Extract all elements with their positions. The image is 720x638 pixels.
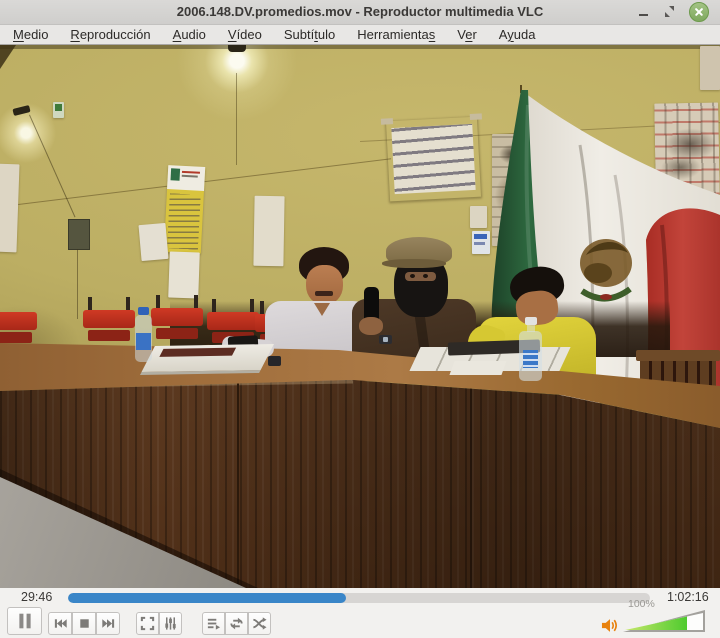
lamp-wire [77, 249, 78, 319]
previous-icon [54, 619, 67, 628]
equalizer-icon [165, 617, 176, 630]
menu-bar: Medio Reproducción Audio Vídeo Subtítulo Herr… [0, 25, 720, 45]
fullscreen-button[interactable] [136, 612, 159, 635]
notepad [449, 361, 507, 375]
restore-icon [665, 12, 670, 17]
menu-item-audio[interactable]: Audio [162, 26, 217, 43]
next-button[interactable] [96, 612, 120, 635]
menu-item-ayuda[interactable]: Ayuda [488, 26, 547, 43]
equalizer-button[interactable] [159, 612, 182, 635]
close-icon [689, 2, 709, 22]
shuffle-icon [253, 617, 267, 630]
titlebar: 2006.148.DV.promedios.mov - Reproductor … [0, 0, 720, 25]
loop-button[interactable] [225, 612, 248, 635]
poster [168, 251, 200, 299]
lamp-cord [236, 73, 237, 165]
electrical-box [68, 219, 90, 250]
loop-icon [230, 617, 243, 630]
table-seam [470, 380, 472, 588]
notebooks [140, 343, 274, 376]
window-title: 2006.148.DV.promedios.mov - Reproductor … [176, 4, 544, 19]
seek-bar[interactable] [68, 593, 650, 603]
mustache [315, 291, 333, 296]
hand [359, 317, 383, 335]
restore-button[interactable] [660, 0, 682, 24]
menu-item-herramientas[interactable]: Herramientas [346, 26, 446, 43]
stop-icon [79, 619, 89, 628]
restore-icon [669, 6, 674, 11]
eye [423, 274, 428, 278]
water-bottle [132, 307, 154, 363]
shuffle-button[interactable] [248, 612, 271, 635]
menu-item-subtitulo[interactable]: Subtítulo [273, 26, 346, 43]
eye [410, 274, 415, 278]
player-controls: 29:46 1:02:16 100% [0, 588, 720, 638]
poster-imss [163, 165, 206, 254]
pause-button[interactable] [7, 607, 42, 635]
minimize-button[interactable] [632, 0, 654, 24]
minimize-icon [638, 14, 648, 16]
poster [138, 222, 169, 262]
seek-progress [68, 593, 347, 603]
red-chair [82, 297, 136, 347]
playlist-icon [207, 618, 221, 630]
volume-slider-fill [625, 613, 688, 630]
close-button[interactable] [687, 0, 711, 24]
wristwatch [268, 356, 281, 366]
poster [0, 163, 20, 253]
red-chair [0, 299, 38, 349]
cap-brim [382, 259, 446, 268]
menu-item-ver[interactable]: Ver [446, 26, 488, 43]
water-bottle [516, 317, 544, 381]
time-total: 1:02:16 [667, 590, 709, 604]
microphone [364, 287, 379, 321]
menu-item-reproduccion[interactable]: Reproducción [59, 26, 161, 43]
next-icon [101, 619, 114, 628]
volume-label: 100% [628, 598, 655, 610]
menu-item-video[interactable]: Vídeo [217, 26, 273, 43]
poster [53, 102, 64, 118]
face [306, 265, 343, 305]
table-seam [237, 380, 239, 588]
speaker-icon[interactable] [600, 618, 620, 638]
stop-button[interactable] [72, 612, 96, 635]
video-display[interactable] [0, 45, 720, 588]
fullscreen-icon [140, 616, 155, 631]
playlist-button[interactable] [202, 612, 225, 635]
time-elapsed: 29:46 [21, 590, 53, 604]
ceiling-lamp [228, 45, 246, 52]
wristwatch [379, 335, 392, 344]
poster [700, 46, 720, 90]
menu-item-medio[interactable]: Medio [2, 26, 59, 43]
red-chair [150, 295, 204, 345]
ceiling-shadow [0, 45, 720, 49]
pause-icon [18, 613, 31, 629]
volume-slider[interactable] [623, 610, 705, 632]
previous-button[interactable] [48, 612, 72, 635]
